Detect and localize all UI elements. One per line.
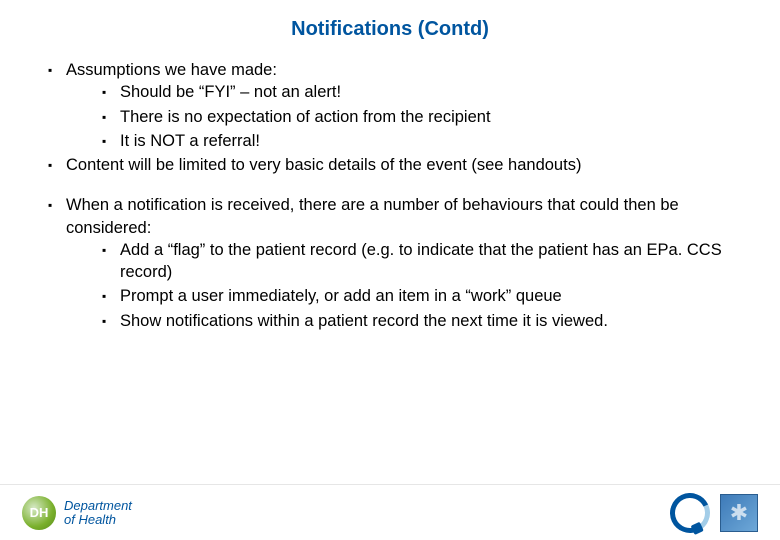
list-item: Prompt a user immediately, or add an ite… xyxy=(102,285,750,307)
dh-badge-icon: DH xyxy=(22,496,56,530)
bullet-text: There is no expectation of action from t… xyxy=(120,108,491,126)
list-item: There is no expectation of action from t… xyxy=(102,106,750,128)
list-item: Assumptions we have made: Should be “FYI… xyxy=(48,59,750,152)
bullet-block-1: Assumptions we have made: Should be “FYI… xyxy=(30,59,750,176)
q-circle-icon xyxy=(664,487,715,538)
footer-right-logos xyxy=(670,493,758,533)
square-star-icon xyxy=(720,494,758,532)
slide: Notifications (Contd) Assumptions we hav… xyxy=(0,0,780,540)
bullet-block-2: When a notification is received, there a… xyxy=(30,194,750,332)
list-item: Show notifications within a patient reco… xyxy=(102,310,750,332)
bullet-text: Prompt a user immediately, or add an ite… xyxy=(120,287,562,305)
bullet-text: It is NOT a referral! xyxy=(120,132,260,150)
dh-logo-text: Department of Health xyxy=(64,499,132,526)
bullet-text: Should be “FYI” – not an alert! xyxy=(120,83,341,101)
list-item: Add a “flag” to the patient record (e.g.… xyxy=(102,239,750,284)
slide-footer: DH Department of Health xyxy=(0,484,780,540)
bullet-text: Show notifications within a patient reco… xyxy=(120,312,608,330)
slide-content: Assumptions we have made: Should be “FYI… xyxy=(0,49,780,332)
list-item: When a notification is received, there a… xyxy=(48,194,750,332)
bullet-text: Add a “flag” to the patient record (e.g.… xyxy=(120,241,722,281)
sub-list: Should be “FYI” – not an alert! There is… xyxy=(66,81,750,152)
slide-title: Notifications (Contd) xyxy=(0,0,780,49)
dh-logo: DH Department of Health xyxy=(22,496,132,530)
dh-line2: of Health xyxy=(64,513,132,527)
list-item: Should be “FYI” – not an alert! xyxy=(102,81,750,103)
list-item: It is NOT a referral! xyxy=(102,130,750,152)
bullet-text: Assumptions we have made: xyxy=(66,61,277,79)
list-item: Content will be limited to very basic de… xyxy=(48,154,750,176)
sub-list: Add a “flag” to the patient record (e.g.… xyxy=(66,239,750,332)
bullet-text: Content will be limited to very basic de… xyxy=(66,156,581,174)
bullet-text: When a notification is received, there a… xyxy=(66,196,679,236)
dh-line1: Department xyxy=(64,499,132,513)
